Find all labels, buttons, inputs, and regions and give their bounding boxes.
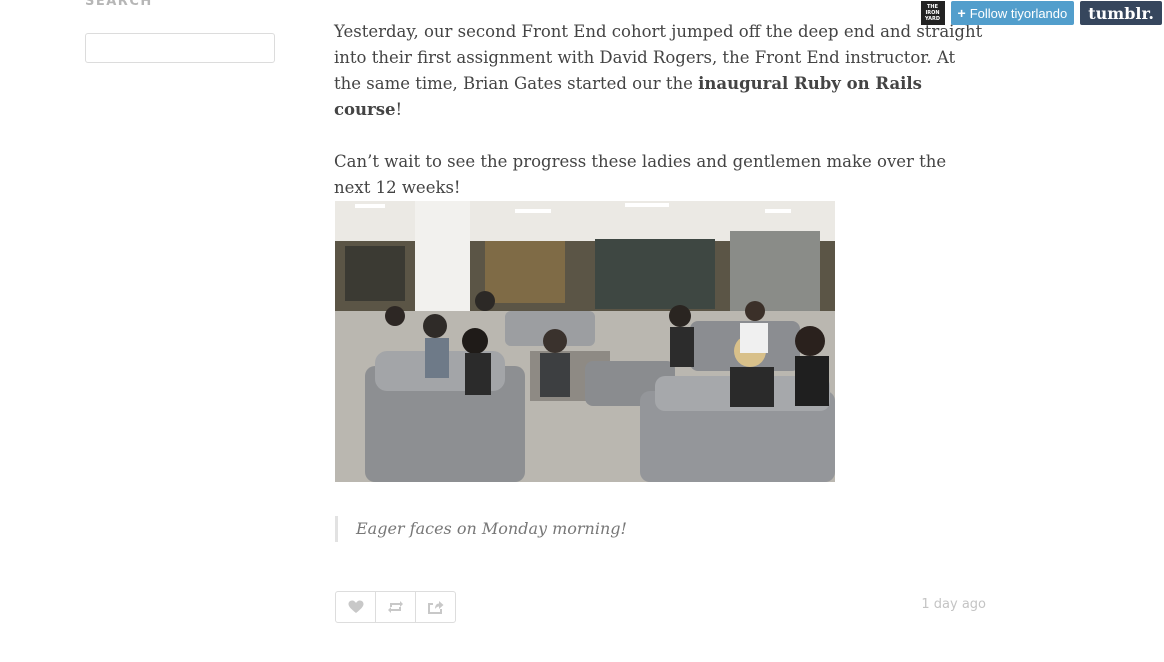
post-paragraph-1: Yesterday, our second Front End cohort j… [334, 19, 986, 123]
tumblr-controls: THE IRON YARD + Follow tiyorlando tumblr… [920, 1, 1162, 25]
photo-caption: Eager faces on Monday morning! [335, 516, 627, 542]
heart-icon [348, 600, 363, 613]
plus-icon: + [957, 5, 966, 21]
like-button[interactable] [336, 592, 376, 622]
post-timestamp[interactable]: 1 day ago [921, 597, 986, 612]
sidebar: SEARCH [85, 0, 275, 63]
classroom-photo [335, 201, 835, 482]
share-icon [428, 601, 444, 614]
post-paragraph-1-end: ! [395, 100, 403, 119]
share-button[interactable] [416, 592, 455, 622]
avatar-text-line: YARD [925, 16, 941, 22]
follow-button[interactable]: + Follow tiyorlando [950, 1, 1075, 25]
post-actions [335, 591, 456, 623]
search-label: SEARCH [85, 0, 153, 9]
post: Yesterday, our second Front End cohort j… [334, 19, 986, 623]
search-input[interactable] [85, 33, 275, 63]
post-photo[interactable] [335, 201, 835, 482]
blog-avatar[interactable]: THE IRON YARD [920, 1, 945, 25]
post-paragraph-2: Can’t wait to see the progress these lad… [334, 152, 947, 197]
follow-label: Follow tiyorlando [969, 5, 1068, 21]
tumblr-logo[interactable]: tumblr. [1080, 1, 1162, 25]
reblog-icon [388, 601, 403, 613]
reblog-button[interactable] [376, 592, 416, 622]
